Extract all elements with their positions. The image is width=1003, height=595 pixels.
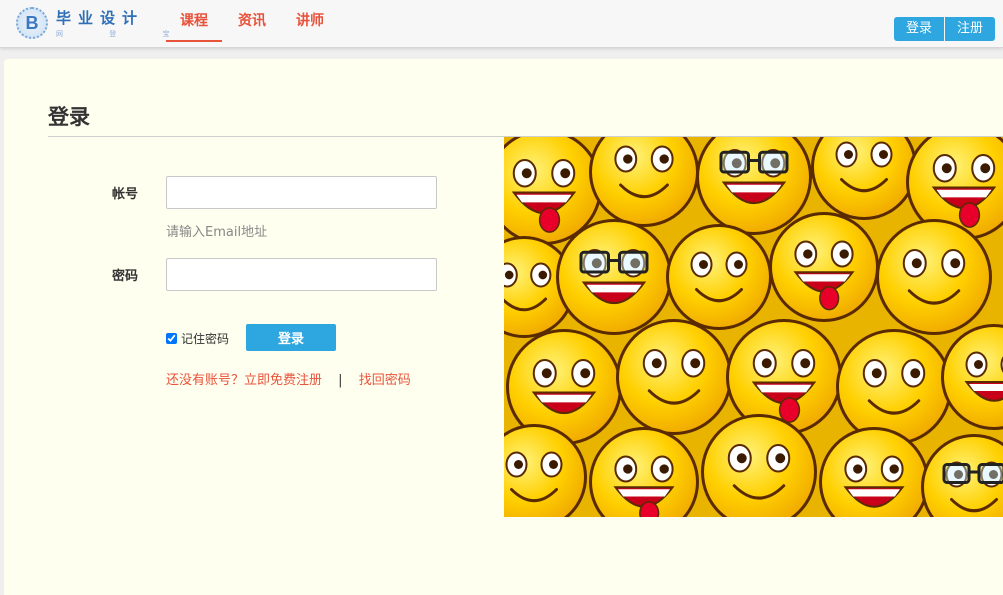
account-hint: 请输入Email地址 [166, 225, 268, 240]
register-link[interactable]: 还没有账号？立即免费注册 [166, 373, 322, 388]
main-nav: 课程 资讯 讲师 [166, 0, 340, 48]
auth-buttons: 登录 注册 [893, 17, 995, 41]
remember-checkbox[interactable] [166, 333, 177, 344]
auth-links: 还没有账号？立即免费注册 | 找回密码 [166, 369, 411, 388]
logo-badge-icon: B [16, 7, 48, 39]
login-panel: 登录 帐号 请输入Email地址 密码 记住密码 登录 还没有账号？立即免费注册… [4, 59, 1003, 595]
forgot-password-link[interactable]: 找回密码 [359, 373, 411, 388]
password-label: 密码 [111, 269, 138, 284]
page-title: 登录 [48, 105, 90, 129]
smiley-faces-image [504, 137, 1003, 517]
login-submit-button[interactable]: 登录 [246, 324, 336, 351]
nav-item-lecturers[interactable]: 讲师 [282, 0, 338, 42]
nav-item-courses[interactable]: 课程 [166, 0, 222, 42]
smiley-faces-illustration [504, 137, 1003, 517]
remember-password[interactable]: 记住密码 [166, 330, 229, 347]
site-logo[interactable]: B 毕业设计 网 登 宝 [16, 5, 169, 41]
nav-item-news[interactable]: 资讯 [224, 0, 280, 42]
link-separator: | [338, 373, 343, 388]
remember-label: 记住密码 [181, 332, 230, 346]
header-login-button[interactable]: 登录 [893, 17, 944, 41]
password-input[interactable] [166, 258, 437, 291]
account-label: 帐号 [111, 187, 138, 202]
account-input[interactable] [166, 176, 437, 209]
logo-title: 毕业设计 [56, 9, 145, 27]
top-navigation-bar: B 毕业设计 网 登 宝 课程 资讯 讲师 登录 注册 [0, 0, 1003, 48]
header-register-button[interactable]: 注册 [944, 17, 995, 41]
